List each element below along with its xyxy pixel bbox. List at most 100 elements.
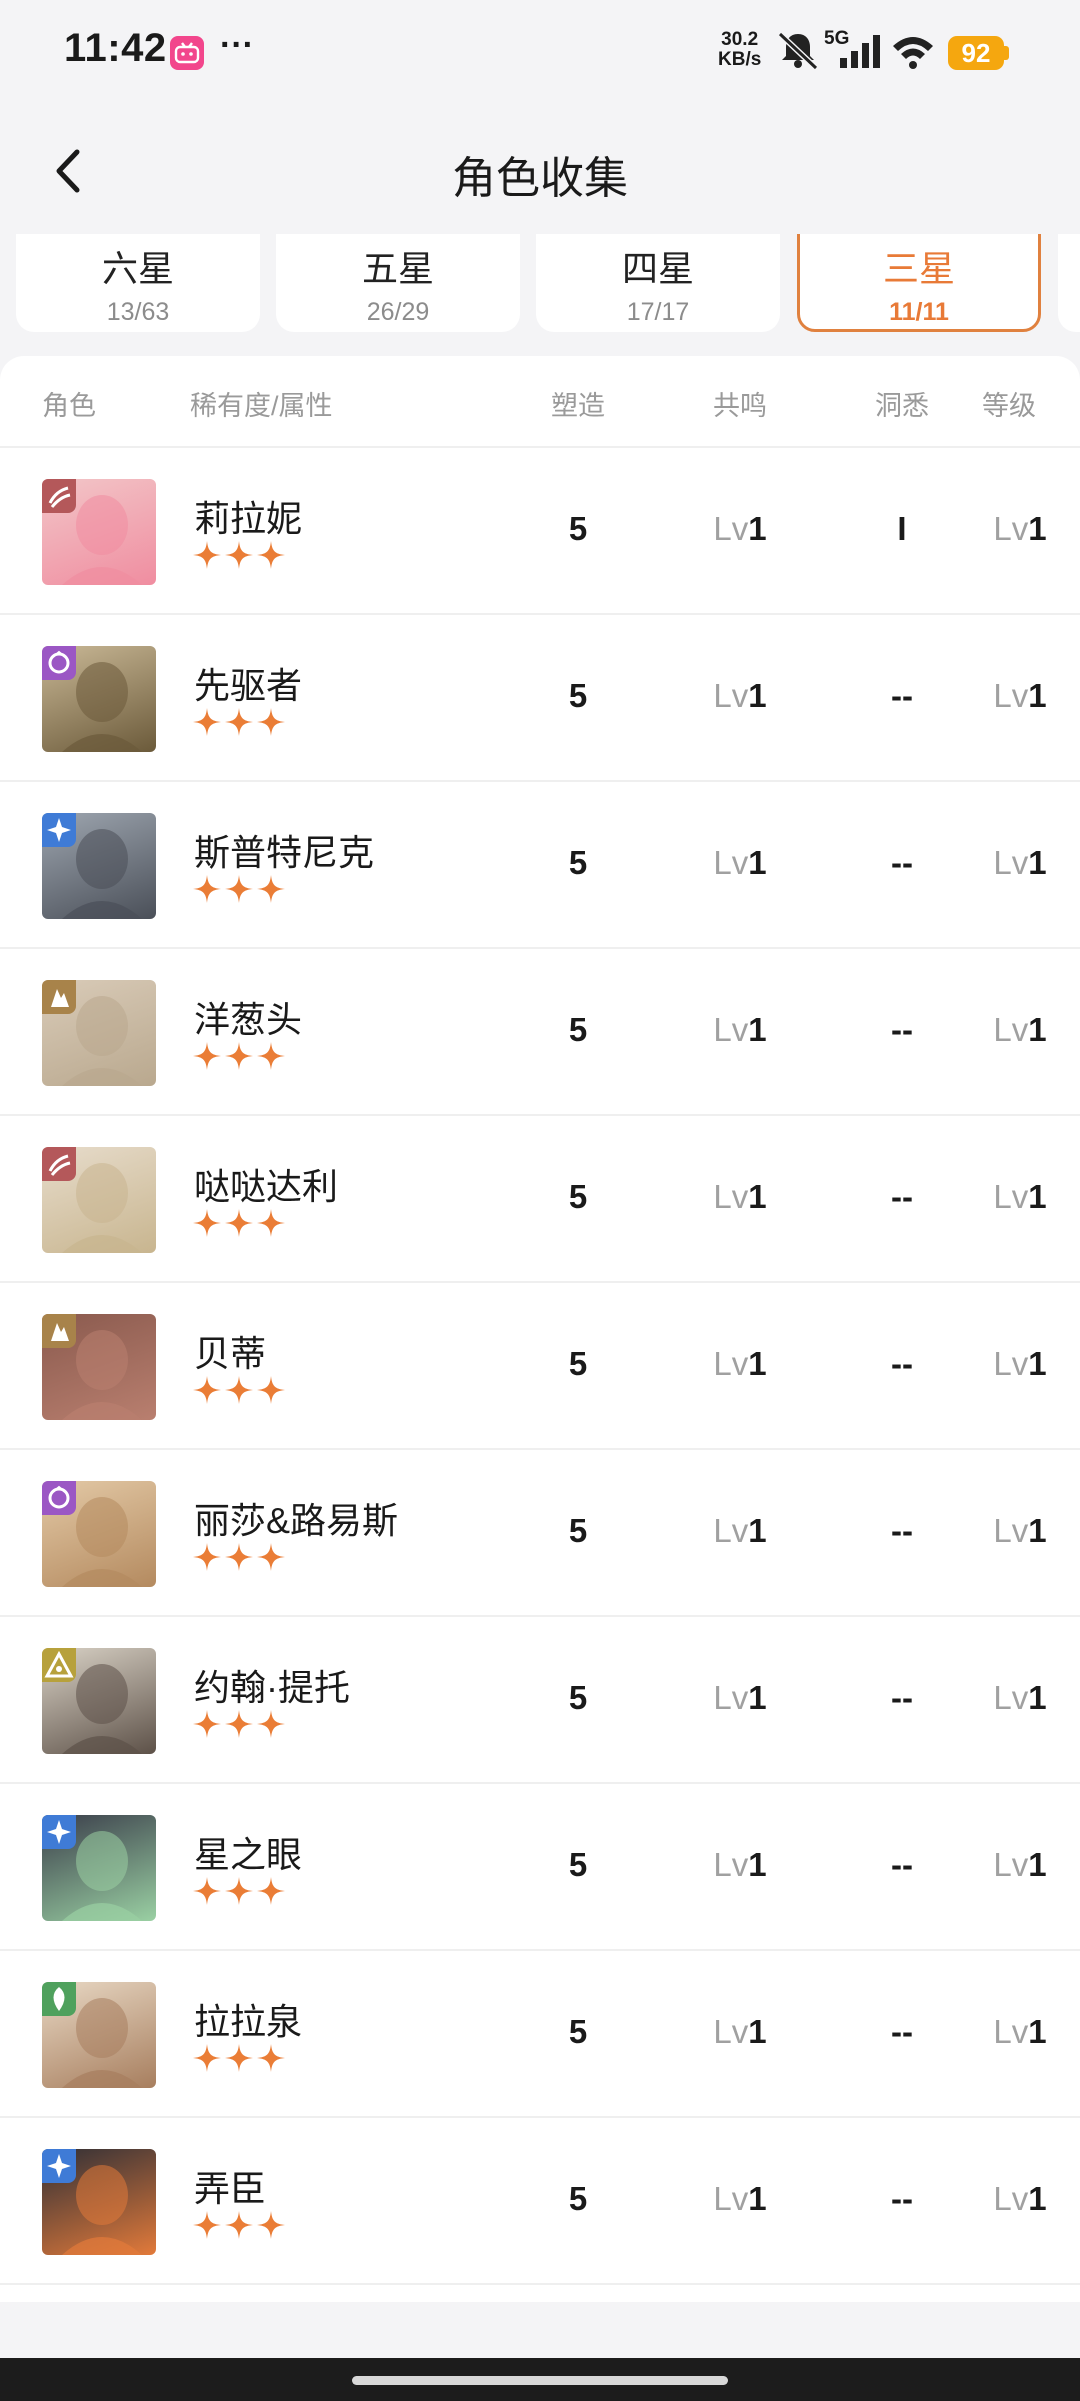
lv-prefix: Lv [713,1345,749,1382]
star-icon [225,1042,253,1070]
star-icon [225,541,253,569]
character-avatar [42,646,156,752]
lv-prefix: Lv [993,1178,1029,1215]
character-name: 莉拉妮 [194,498,303,539]
element-star-icon [42,2149,76,2183]
net-speed: 30.2 KB/s [718,29,762,70]
table-header: 角色 稀有度/属性 塑造 共鸣 洞悉 等级 [0,356,1080,448]
resonance-level: 1 [748,1679,767,1716]
level-value: Lv1 [980,2013,1060,2051]
level-value: Lv1 [980,1178,1060,1216]
character-name: 丽莎&路易斯 [194,1500,399,1541]
shaping-value: 5 [568,1011,588,1048]
resonance-value: Lv1 [700,844,780,882]
resonance-level: 1 [748,1011,767,1048]
character-level: 1 [1028,677,1047,714]
level-value: Lv1 [980,1679,1060,1717]
character-avatar [42,1982,156,2088]
insight-value: -- [891,2013,913,2050]
star-icon [193,2044,221,2072]
table-row[interactable]: 约翰·提托 5 Lv1 -- Lv1 [0,1617,1080,1784]
tab-five-star[interactable]: 五星 26/29 [276,234,520,332]
character-level: 1 [1028,1178,1047,1215]
character-level: 1 [1028,844,1047,881]
tab-three-star[interactable]: 三星 11/11 [797,234,1041,332]
star-icon [257,1543,285,1571]
table-row[interactable]: 哒哒达利 5 Lv1 -- Lv1 [0,1116,1080,1283]
lv-prefix: Lv [993,1846,1029,1883]
table-row[interactable]: 先驱者 5 Lv1 -- Lv1 [0,615,1080,782]
insight-value: -- [891,1011,913,1048]
lv-prefix: Lv [993,677,1029,714]
table-row[interactable]: 丽莎&路易斯 5 Lv1 -- Lv1 [0,1450,1080,1617]
element-mineral-icon [42,980,76,1014]
lv-prefix: Lv [713,1178,749,1215]
character-level: 1 [1028,1011,1047,1048]
resonance-value: Lv1 [700,510,780,548]
star-icon [193,1710,221,1738]
character-level: 1 [1028,1512,1047,1549]
shaping-value: 5 [568,1679,588,1716]
character-level: 1 [1028,1345,1047,1382]
star-icon [257,708,285,736]
lv-prefix: Lv [993,1011,1029,1048]
header-shaping: 塑造 [551,391,605,421]
rarity-stars [192,1542,288,1572]
table-row[interactable]: 弄臣 5 Lv1 -- Lv1 [0,2118,1080,2285]
star-icon [193,708,221,736]
table-row[interactable]: 拉拉泉 5 Lv1 -- Lv1 [0,1951,1080,2118]
tab-four-star[interactable]: 四星 17/17 [536,234,780,332]
page-title: 角色收集 [452,154,628,203]
table-row[interactable]: 斯普特尼克 5 Lv1 -- Lv1 [0,782,1080,949]
resonance-level: 1 [748,677,767,714]
star-icon [257,541,285,569]
rarity-stars [192,1041,288,1071]
lv-prefix: Lv [713,1011,749,1048]
character-level: 1 [1028,2013,1047,2050]
table-row[interactable]: 星之眼 5 Lv1 -- Lv1 [0,1784,1080,1951]
resonance-value: Lv1 [700,1679,780,1717]
shaping-value: 5 [568,510,588,547]
insight-value: -- [891,1178,913,1215]
lv-prefix: Lv [993,2013,1029,2050]
element-star-icon [42,1815,76,1849]
lv-prefix: Lv [993,2180,1029,2217]
table-row[interactable]: 莉拉妮 5 Lv1 I Lv1 [0,448,1080,615]
rarity-stars [192,874,288,904]
star-icon [257,1209,285,1237]
level-value: Lv1 [980,1512,1060,1550]
tab-six-star[interactable]: 六星 13/63 [16,234,260,332]
rarity-stars [192,2043,288,2073]
star-icon [193,1209,221,1237]
lv-prefix: Lv [713,510,749,547]
lv-prefix: Lv [713,1512,749,1549]
star-icon [193,1376,221,1404]
character-name: 拉拉泉 [194,2001,303,2042]
resonance-value: Lv1 [700,677,780,715]
resonance-level: 1 [748,1345,767,1382]
insight-value: -- [891,1345,913,1382]
table-row[interactable]: 洋葱头 5 Lv1 -- Lv1 [0,949,1080,1116]
element-plant-icon [42,1982,76,2016]
signal-icon [838,34,884,75]
star-icon [257,1042,285,1070]
level-value: Lv1 [980,1345,1060,1383]
star-icon [225,1710,253,1738]
character-level: 1 [1028,2180,1047,2217]
home-indicator[interactable] [352,2376,728,2385]
star-icon [225,708,253,736]
level-value: Lv1 [980,1011,1060,1049]
element-beast-icon [42,1147,76,1181]
character-level: 1 [1028,1679,1047,1716]
star-icon [193,2211,221,2239]
star-icon [257,1710,285,1738]
character-avatar [42,1481,156,1587]
table-row[interactable]: 贝蒂 5 Lv1 -- Lv1 [0,1283,1080,1450]
tab-count: 17/17 [626,297,690,326]
character-table: 角色 稀有度/属性 塑造 共鸣 洞悉 等级 莉拉妮 5 Lv1 I Lv1 先驱… [0,356,1080,2302]
character-avatar [42,1314,156,1420]
rarity-stars [192,1208,288,1238]
tab-next-peek[interactable] [1058,234,1080,332]
character-avatar [42,1815,156,1921]
lv-prefix: Lv [713,1846,749,1883]
